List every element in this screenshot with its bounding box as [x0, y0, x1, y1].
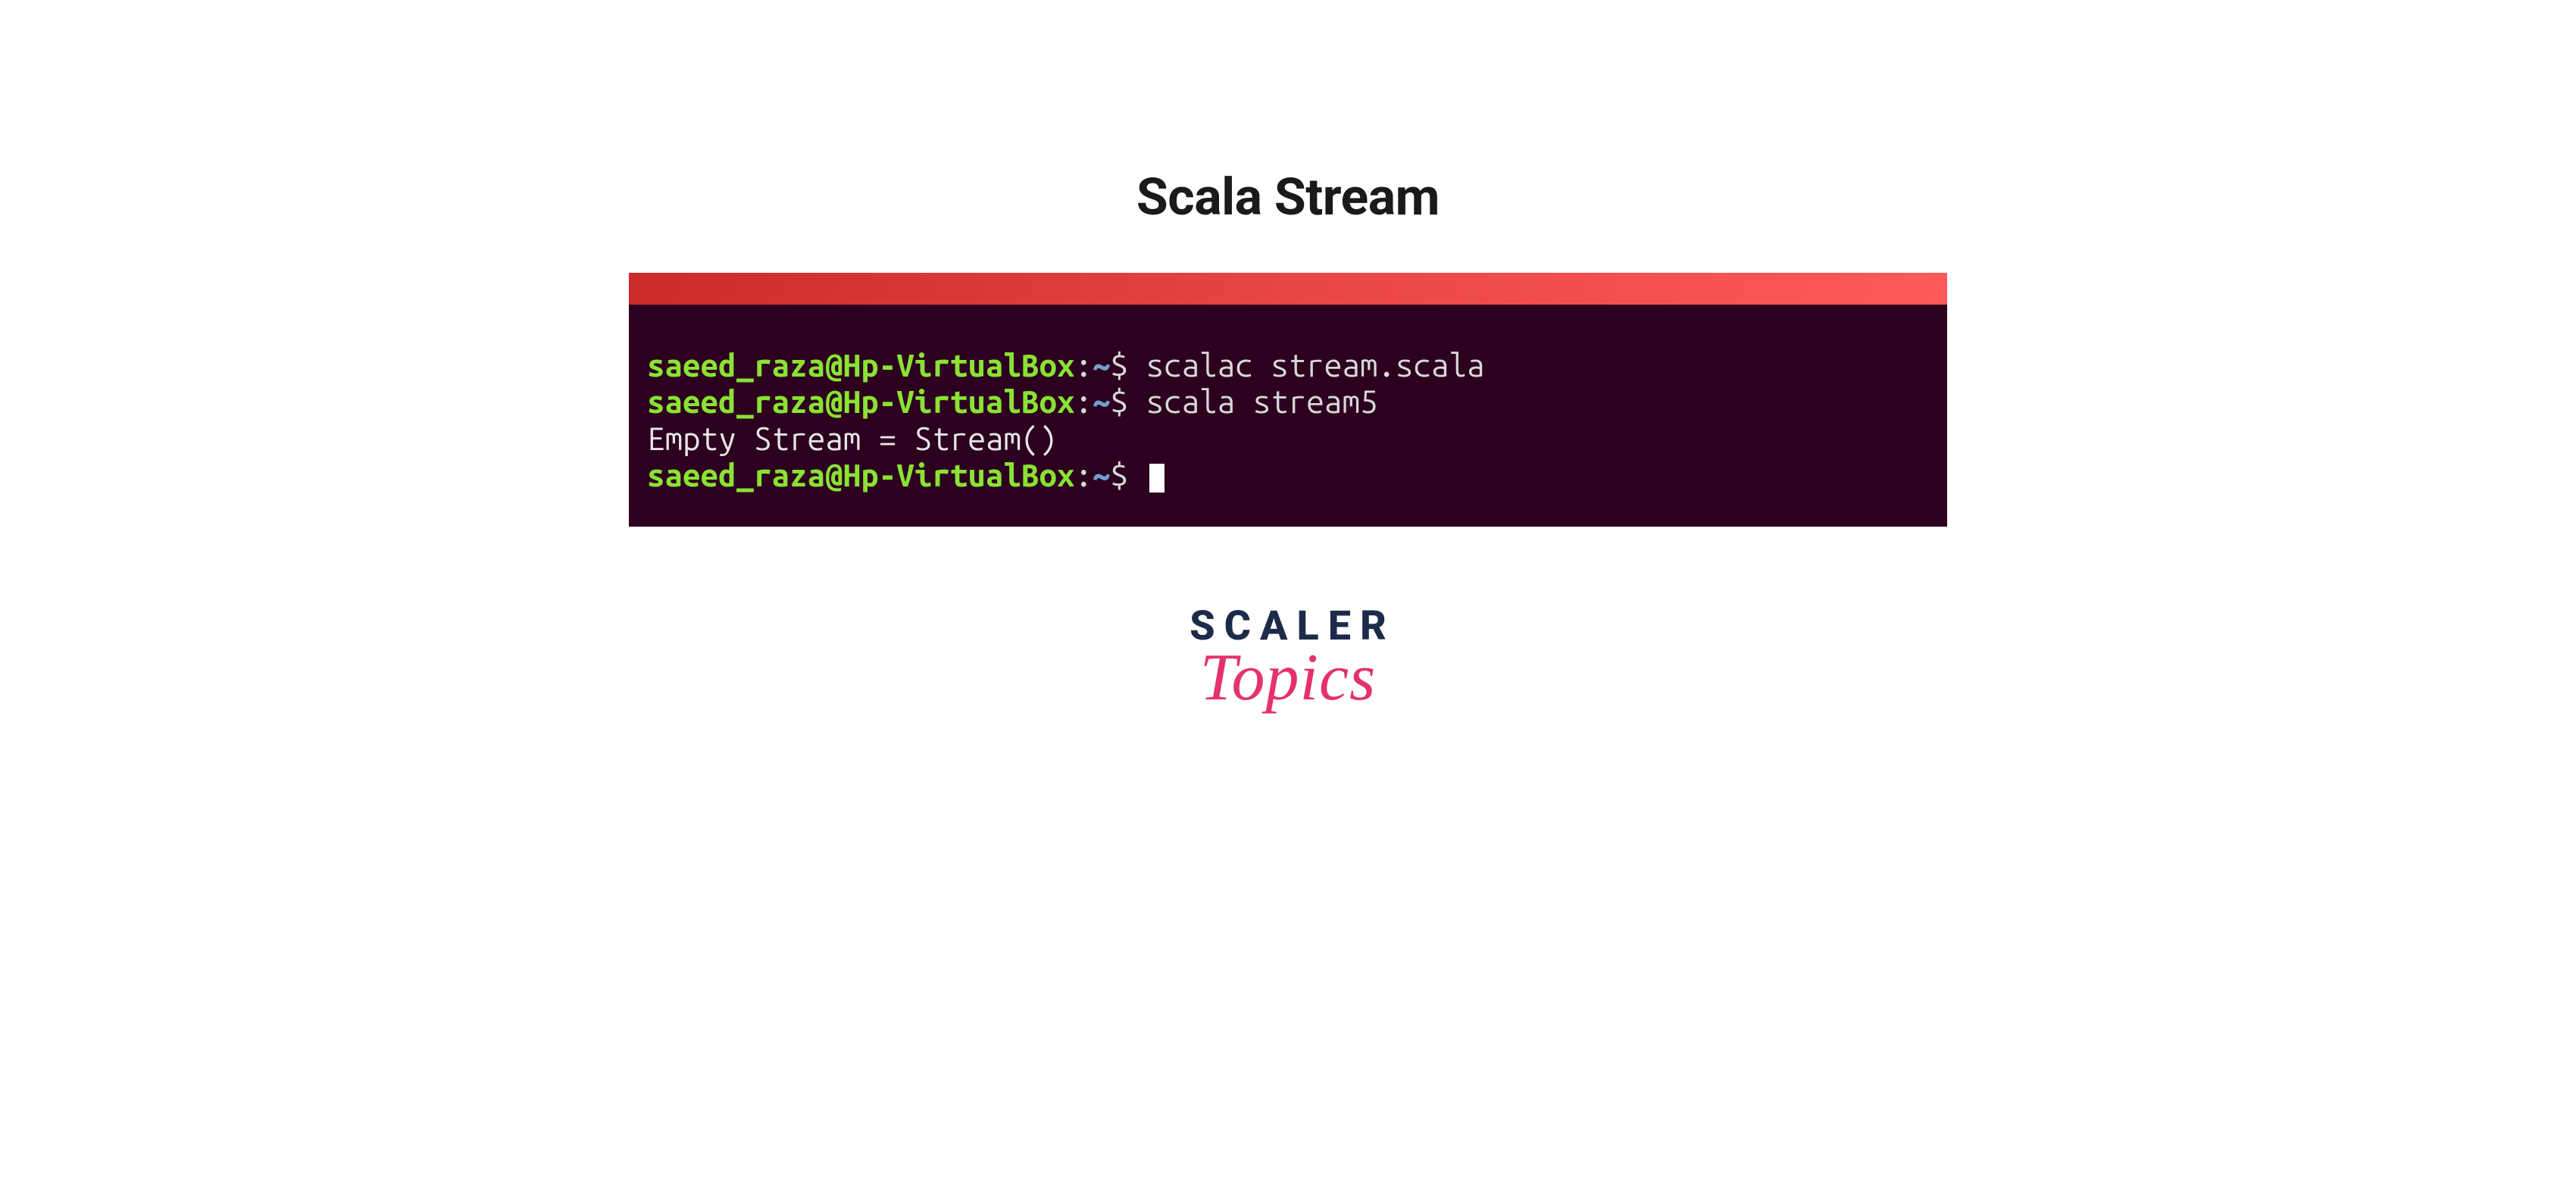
command-text: scalac stream.scala	[1128, 347, 1484, 383]
terminal-titlebar	[629, 273, 1947, 305]
output-text: Empty Stream = Stream()	[647, 421, 1057, 456]
prompt-user-host: saeed_raza@Hp-VirtualBox	[647, 457, 1074, 493]
cursor-icon	[1149, 464, 1165, 493]
prompt-tilde: ~	[1093, 347, 1111, 383]
page-title: Scala Stream	[1136, 167, 1440, 227]
prompt-colon: :	[1074, 347, 1093, 383]
prompt-dollar: $	[1111, 347, 1129, 383]
prompt-colon: :	[1074, 457, 1093, 493]
brand-line2: Topics	[1200, 640, 1377, 716]
prompt-dollar: $	[1111, 383, 1129, 419]
prompt-tilde: ~	[1093, 457, 1111, 493]
prompt-user-host: saeed_raza@Hp-VirtualBox	[647, 383, 1074, 419]
terminal-output: Empty Stream = Stream()	[647, 421, 1929, 457]
command-text: scala stream5	[1128, 383, 1377, 419]
prompt-user-host: saeed_raza@Hp-VirtualBox	[647, 347, 1074, 383]
prompt-colon: :	[1074, 383, 1093, 419]
cursor-gap	[1128, 457, 1146, 493]
terminal-window: saeed_raza@Hp-VirtualBox:~$ scalac strea…	[629, 273, 1947, 527]
prompt-dollar: $	[1111, 457, 1129, 493]
prompt-tilde: ~	[1093, 383, 1111, 419]
terminal-line-1: saeed_raza@Hp-VirtualBox:~$ scalac strea…	[647, 347, 1929, 383]
brand-logo: SCALER Topics	[1180, 602, 1396, 716]
terminal-line-2: saeed_raza@Hp-VirtualBox:~$ scala stream…	[647, 383, 1929, 420]
terminal-line-last: saeed_raza@Hp-VirtualBox:~$	[647, 457, 1929, 493]
terminal-body: saeed_raza@Hp-VirtualBox:~$ scalac strea…	[629, 305, 1947, 527]
